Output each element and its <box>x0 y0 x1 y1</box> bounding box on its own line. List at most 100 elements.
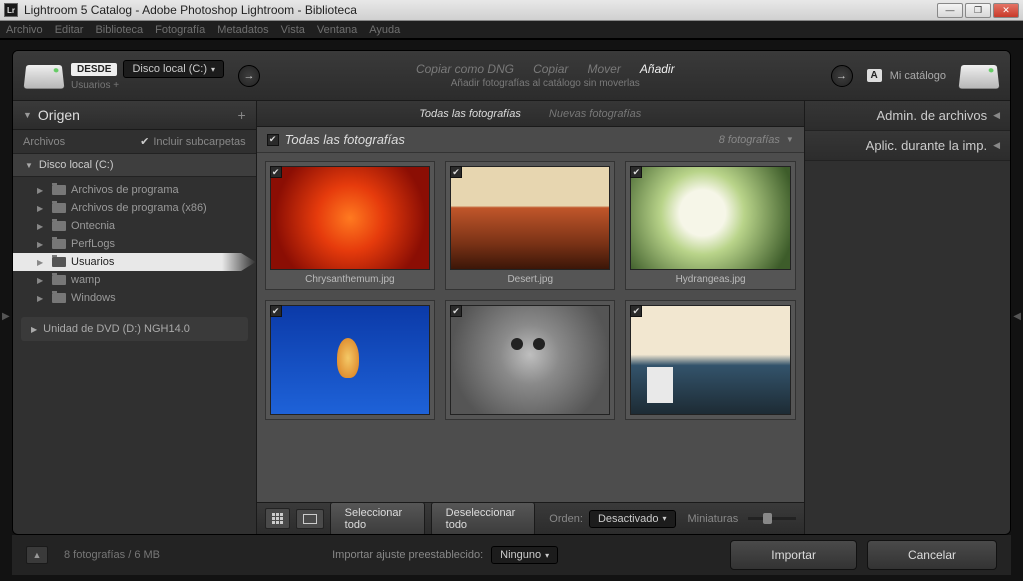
action-move[interactable]: Mover <box>587 62 620 76</box>
dvd-drive-row[interactable]: ▶ Unidad de DVD (D:) NGH14.0 <box>21 317 248 341</box>
folder-icon <box>52 203 66 213</box>
source-path-label: Usuarios + <box>71 80 224 91</box>
action-copy[interactable]: Copiar <box>533 62 568 76</box>
maximize-button[interactable]: ❐ <box>965 3 991 18</box>
deselect-all-button[interactable]: Deseleccionar todo <box>431 502 536 535</box>
file-admin-panel-header[interactable]: Admin. de archivos◀ <box>805 101 1010 131</box>
tab-all-photos[interactable]: Todas las fotografías <box>419 108 521 120</box>
folder-item[interactable]: ▶Windows <box>13 289 256 307</box>
preset-label: Importar ajuste preestablecido: <box>332 549 483 561</box>
thumb-checkbox[interactable]: ✔ <box>270 305 282 317</box>
thumb-checkbox[interactable]: ✔ <box>450 166 462 178</box>
destination-drive-icon <box>959 64 1000 88</box>
right-edge-expand-icon[interactable]: ◀ <box>1013 311 1021 322</box>
thumbnail-filename: Desert.jpg <box>450 270 610 285</box>
include-subfolders-label[interactable]: Incluir subcarpetas <box>153 136 245 148</box>
thumbnail-image[interactable] <box>630 166 790 270</box>
origin-panel: ▼ Origen + Archivos ✔ Incluir subcarpeta… <box>13 101 257 534</box>
folder-icon <box>52 275 66 285</box>
close-button[interactable]: ✕ <box>993 3 1019 18</box>
folder-icon <box>52 257 66 267</box>
nav-arrow-right-1[interactable]: → <box>238 65 260 87</box>
add-source-button[interactable]: + <box>237 107 245 123</box>
folder-label: Archivos de programa (x86) <box>71 202 207 214</box>
action-copy-dng[interactable]: Copiar como DNG <box>416 62 514 76</box>
right-panel: Admin. de archivos◀ Aplic. durante la im… <box>804 101 1010 534</box>
tab-new-photos[interactable]: Nuevas fotografías <box>549 108 641 120</box>
folder-label: Archivos de programa <box>71 184 179 196</box>
left-edge-expand-icon[interactable]: ▶ <box>2 311 10 322</box>
footer-info: 8 fotografías / 6 MB <box>64 549 160 561</box>
folder-item[interactable]: ▶Usuarios <box>13 253 256 271</box>
thumbnail-image[interactable] <box>450 305 610 415</box>
menu-bar: Archivo Editar Biblioteca Fotografía Met… <box>0 21 1023 38</box>
thumbnail-image[interactable] <box>270 166 430 270</box>
folder-icon <box>52 221 66 231</box>
folder-tree: ▶Archivos de programa▶Archivos de progra… <box>13 177 256 311</box>
thumbnails-size-label: Miniaturas <box>688 513 739 525</box>
apply-during-import-label: Aplic. durante la imp. <box>866 138 987 153</box>
origin-collapse-icon[interactable]: ▼ <box>23 110 32 120</box>
thumbnail-image[interactable] <box>270 305 430 415</box>
preset-dropdown[interactable]: Ninguno <box>491 546 558 564</box>
loupe-view-button[interactable] <box>296 509 324 529</box>
grid-view-button[interactable] <box>265 508 290 529</box>
thumbnail-cell[interactable]: ✔ <box>265 300 435 420</box>
drive-label: Disco local (C:) <box>39 159 114 171</box>
thumbnail-cell[interactable]: ✔ <box>445 300 615 420</box>
source-drive-dropdown[interactable]: Disco local (C:) <box>123 60 224 78</box>
thumbnail-filename: Chrysanthemum.jpg <box>270 270 430 285</box>
folder-label: Ontecnia <box>71 220 115 232</box>
menu-ayuda[interactable]: Ayuda <box>369 24 400 36</box>
menu-archivo[interactable]: Archivo <box>6 24 43 36</box>
destination-label: Mi catálogo <box>890 70 946 82</box>
cancel-button[interactable]: Cancelar <box>867 540 997 570</box>
select-all-button[interactable]: Seleccionar todo <box>330 502 425 535</box>
import-button[interactable]: Importar <box>730 540 857 570</box>
thumbnail-size-slider[interactable] <box>748 517 796 520</box>
menu-fotografia[interactable]: Fotografía <box>155 24 205 36</box>
source-drive-icon <box>24 64 65 88</box>
section-checkbox[interactable]: ✔ <box>267 134 279 146</box>
section-collapse-icon[interactable]: ▼ <box>786 135 794 144</box>
order-dropdown[interactable]: Desactivado <box>589 510 676 528</box>
footer-expand-button[interactable]: ▲ <box>26 546 48 564</box>
thumb-checkbox[interactable]: ✔ <box>630 166 642 178</box>
window-title: Lightroom 5 Catalog - Adobe Photoshop Li… <box>24 3 935 17</box>
to-badge: A <box>867 69 882 82</box>
thumbnail-cell[interactable]: ✔ Chrysanthemum.jpg <box>265 161 435 290</box>
menu-biblioteca[interactable]: Biblioteca <box>95 24 143 36</box>
thumb-checkbox[interactable]: ✔ <box>450 305 462 317</box>
thumb-checkbox[interactable]: ✔ <box>630 305 642 317</box>
dvd-label: Unidad de DVD (D:) NGH14.0 <box>43 323 190 335</box>
folder-label: Windows <box>71 292 116 304</box>
menu-metadatos[interactable]: Metadatos <box>217 24 268 36</box>
thumbnail-grid: ✔ Chrysanthemum.jpg ✔ Desert.jpg ✔Hydrangeas… <box>265 161 796 420</box>
thumbnail-image[interactable] <box>450 166 610 270</box>
action-add[interactable]: Añadir <box>640 62 675 76</box>
menu-vista[interactable]: Vista <box>281 24 305 36</box>
folder-item[interactable]: ▶wamp <box>13 271 256 289</box>
action-description: Añadir fotografías al catálogo sin mover… <box>274 78 816 89</box>
minimize-button[interactable]: — <box>937 3 963 18</box>
drive-row[interactable]: ▼ Disco local (C:) <box>13 154 256 177</box>
folder-item[interactable]: ▶Archivos de programa <box>13 181 256 199</box>
folder-item[interactable]: ▶Archivos de programa (x86) <box>13 199 256 217</box>
nav-arrow-right-2[interactable]: → <box>831 65 853 87</box>
folder-item[interactable]: ▶PerfLogs <box>13 235 256 253</box>
thumbnail-image[interactable] <box>630 305 790 415</box>
file-admin-label: Admin. de archivos <box>877 108 988 123</box>
thumbnail-cell[interactable]: ✔ <box>625 300 795 420</box>
apply-during-import-header[interactable]: Aplic. durante la imp.◀ <box>805 131 1010 161</box>
include-subfolders-check-icon[interactable]: ✔ <box>140 135 149 148</box>
thumbnail-cell[interactable]: ✔ Desert.jpg <box>445 161 615 290</box>
thumbnail-cell[interactable]: ✔Hydrangeas.jpg <box>625 161 795 290</box>
folder-icon <box>52 293 66 303</box>
import-top-strip: DESDE Disco local (C:) Usuarios + → Copi… <box>13 51 1010 101</box>
thumb-checkbox[interactable]: ✔ <box>270 166 282 178</box>
order-label: Orden: <box>549 513 583 525</box>
from-badge: DESDE <box>71 63 117 76</box>
menu-editar[interactable]: Editar <box>55 24 84 36</box>
folder-item[interactable]: ▶Ontecnia <box>13 217 256 235</box>
menu-ventana[interactable]: Ventana <box>317 24 357 36</box>
